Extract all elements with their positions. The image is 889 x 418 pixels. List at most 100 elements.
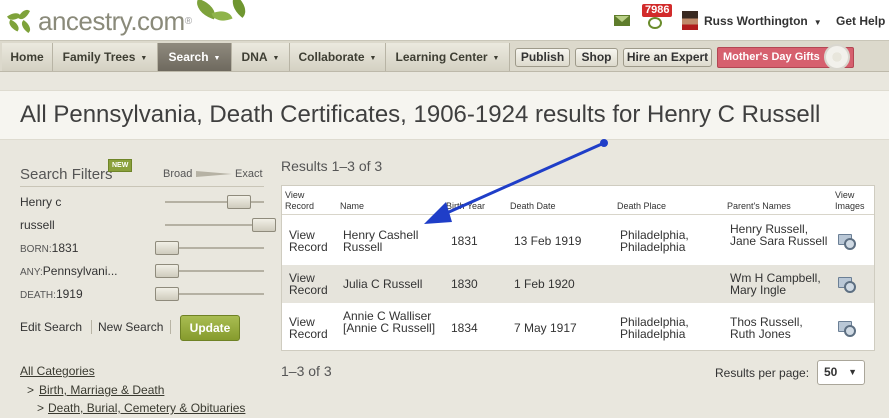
hint-leaf-icon <box>648 17 662 29</box>
death-date: 1 Feb 1920 <box>514 277 575 291</box>
results-table: View Record Name Birth Year Death Date D… <box>281 185 875 351</box>
breadcrumb-marker: > <box>27 383 35 397</box>
death-place: Philadelphia, Philadelphia <box>620 315 689 341</box>
filter-prefix: BORN: <box>20 244 52 255</box>
column-header-name: Name <box>340 201 365 211</box>
exact-label: Exact <box>235 168 263 180</box>
category-death-burial-link[interactable]: Death, Burial, Cemetery & Obituaries <box>48 401 245 415</box>
all-categories-link[interactable]: All Categories <box>20 364 95 378</box>
birth-year: 1831 <box>451 234 478 248</box>
view-images-icon[interactable] <box>838 321 856 337</box>
mail-icon[interactable] <box>614 15 630 26</box>
chevron-down-icon: ▼ <box>272 55 280 62</box>
nav-item-home[interactable]: Home <box>2 43 53 71</box>
column-header-birth-year: Birth Year <box>446 201 486 211</box>
logo-text: ancestry.com <box>38 6 185 36</box>
update-button[interactable]: Update <box>180 315 240 341</box>
nav-item-label: Family Trees <box>62 50 136 64</box>
results-per-page-label: Results per page: <box>715 366 810 380</box>
nav-item-label: Collaborate <box>298 50 365 64</box>
nav-item-search[interactable]: Search ▼ <box>158 43 232 71</box>
search-filters-heading: Search Filters <box>20 166 113 183</box>
results-per-page-value: 50 <box>824 365 838 379</box>
results-footer-count: 1–3 of 3 <box>281 363 332 379</box>
filter-value: Henry c <box>20 195 62 209</box>
leaf-logo-icon <box>7 7 36 35</box>
chevron-down-icon: ▼ <box>369 55 377 62</box>
main-nav: Home Family Trees ▼ Search ▼ DNA ▼ Collabor… <box>0 40 889 72</box>
filter-any: ANY:Pennsylvani... <box>20 264 118 278</box>
nav-item-label: Search <box>168 50 209 64</box>
filter-born-slider-handle[interactable] <box>155 241 179 255</box>
nav-item-collaborate[interactable]: Collaborate ▼ <box>290 43 386 71</box>
get-help-link[interactable]: Get Help <box>836 14 885 28</box>
flower-icon <box>824 44 850 70</box>
page-title-bar: All Pennsylvania, Death Certificates, 19… <box>0 90 889 140</box>
category-birth-marriage-death-link[interactable]: Birth, Marriage & Death <box>39 383 164 397</box>
divider <box>20 186 264 187</box>
birth-year: 1830 <box>451 277 478 291</box>
filter-last-name-slider-handle[interactable] <box>252 218 276 232</box>
nav-item-label: Learning Center <box>395 50 488 64</box>
decorative-leaves-icon <box>193 0 255 32</box>
nav-item-label: Home <box>10 50 44 64</box>
filter-value: Pennsylvani... <box>42 264 118 278</box>
edit-search-link[interactable]: Edit Search <box>20 320 82 334</box>
parents-names: Henry Russell, Jane Sara Russell <box>730 222 828 248</box>
record-name-link[interactable]: Henry Cashell Russell <box>343 229 438 253</box>
column-header-death-date: Death Date <box>510 201 556 211</box>
nav-item-label: DNA <box>241 50 268 64</box>
divider <box>170 320 171 334</box>
user-name: Russ Worthington <box>704 14 808 28</box>
filter-last-name: russell <box>20 218 55 232</box>
new-badge: NEW <box>108 159 133 172</box>
filter-death-slider-handle[interactable] <box>155 287 179 301</box>
death-place: Philadelphia, Philadelphia <box>620 228 689 254</box>
nav-item-learning-center[interactable]: Learning Center ▼ <box>386 43 510 71</box>
view-record-link[interactable]: View Record <box>289 229 331 253</box>
filter-value: russell <box>20 218 55 232</box>
filter-prefix: DEATH: <box>20 290 56 301</box>
filter-born: BORN:1831 <box>20 241 78 255</box>
column-header-view-images: View Images <box>835 190 865 211</box>
chevron-down-icon: ▼ <box>848 367 857 377</box>
view-record-link[interactable]: View Record <box>289 316 331 340</box>
results-per-page-select[interactable]: 50 ▼ <box>817 360 865 385</box>
chevron-down-icon: ▼ <box>213 55 221 62</box>
notifications-leaf-icon[interactable]: 7986 <box>640 4 673 30</box>
hire-an-expert-button[interactable]: Hire an Expert <box>623 48 712 67</box>
broad-label: Broad <box>163 168 193 180</box>
record-name-link[interactable]: Annie C Walliser [Annie C Russell] <box>343 310 441 334</box>
table-row: View Record Annie C Walliser [Annie C Ru… <box>282 303 874 350</box>
record-name-link[interactable]: Julia C Russell <box>343 278 438 290</box>
parents-names: Wm H Campbell, Mary Ingle <box>730 271 821 297</box>
table-header: View Record Name Birth Year Death Date D… <box>282 186 874 215</box>
shop-button[interactable]: Shop <box>575 48 618 67</box>
view-images-icon[interactable] <box>838 234 856 250</box>
logo-trademark: ® <box>184 16 193 27</box>
nav-item-dna[interactable]: DNA ▼ <box>232 43 290 71</box>
top-bar: ancestry.com ® 7986 Russ Worthington ▼ Get… <box>0 0 889 40</box>
filter-death: DEATH:1919 <box>20 287 83 301</box>
view-record-link[interactable]: View Record <box>289 272 331 296</box>
view-images-icon[interactable] <box>838 277 856 293</box>
column-header-parents-names: Parent's Names <box>727 201 791 211</box>
filter-any-slider-handle[interactable] <box>155 264 179 278</box>
birth-year: 1834 <box>451 321 478 335</box>
avatar[interactable] <box>682 11 698 30</box>
nav-item-family-trees[interactable]: Family Trees ▼ <box>53 43 158 71</box>
ancestry-logo[interactable]: ancestry.com ® <box>7 6 193 37</box>
filter-first-name-slider-handle[interactable] <box>227 195 251 209</box>
filter-prefix: ANY: <box>20 267 43 278</box>
new-search-link[interactable]: New Search <box>98 320 163 334</box>
breadcrumb-marker: > <box>37 401 45 415</box>
chevron-down-icon: ▼ <box>492 55 500 62</box>
parents-names: Thos Russell, Ruth Jones <box>730 315 803 341</box>
publish-button[interactable]: Publish <box>515 48 570 67</box>
table-row: View Record Henry Cashell Russell 1831 1… <box>282 216 874 265</box>
notification-count-badge: 7986 <box>642 4 673 17</box>
results-count-heading: Results 1–3 of 3 <box>281 158 383 174</box>
user-menu[interactable]: Russ Worthington ▼ <box>704 14 822 28</box>
chevron-down-icon: ▼ <box>140 55 148 62</box>
slider-track <box>165 224 264 226</box>
